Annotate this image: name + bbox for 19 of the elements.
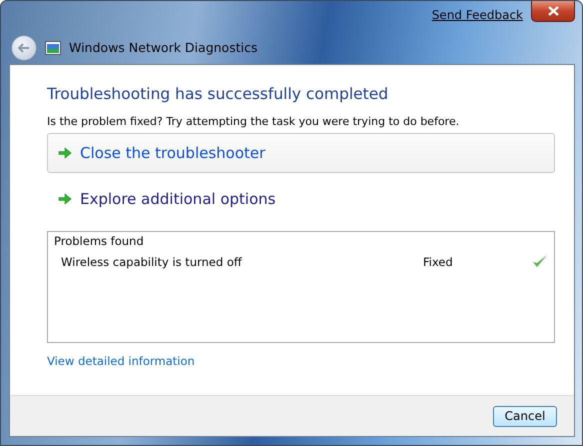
status-heading: Troubleshooting has successfully completed bbox=[47, 85, 390, 103]
window-title: Windows Network Diagnostics bbox=[69, 40, 258, 55]
back-button[interactable] bbox=[11, 34, 37, 60]
cancel-button[interactable]: Cancel bbox=[493, 406, 557, 426]
command-link[interactable]: Close the troubleshooter bbox=[47, 133, 555, 173]
close-icon bbox=[548, 6, 558, 16]
details-link[interactable]: View detailed information bbox=[47, 354, 195, 368]
arrow-icon bbox=[58, 192, 72, 206]
back-arrow-icon bbox=[18, 42, 30, 52]
send-feedback-link[interactable]: Send Feedback bbox=[432, 8, 523, 22]
checkmark-icon bbox=[532, 254, 548, 269]
command-link[interactable]: Explore additional options bbox=[47, 179, 555, 219]
problem-status: Fixed bbox=[423, 254, 454, 268]
close-button[interactable] bbox=[531, 1, 575, 22]
question-text: Is the problem fixed? Try attempting the task you were trying to do before. bbox=[47, 115, 460, 128]
arrow-icon bbox=[58, 146, 72, 160]
network-icon bbox=[45, 40, 61, 54]
problem-name: Wireless capability is turned off bbox=[61, 254, 243, 268]
panel-title: Problems found bbox=[54, 234, 145, 248]
